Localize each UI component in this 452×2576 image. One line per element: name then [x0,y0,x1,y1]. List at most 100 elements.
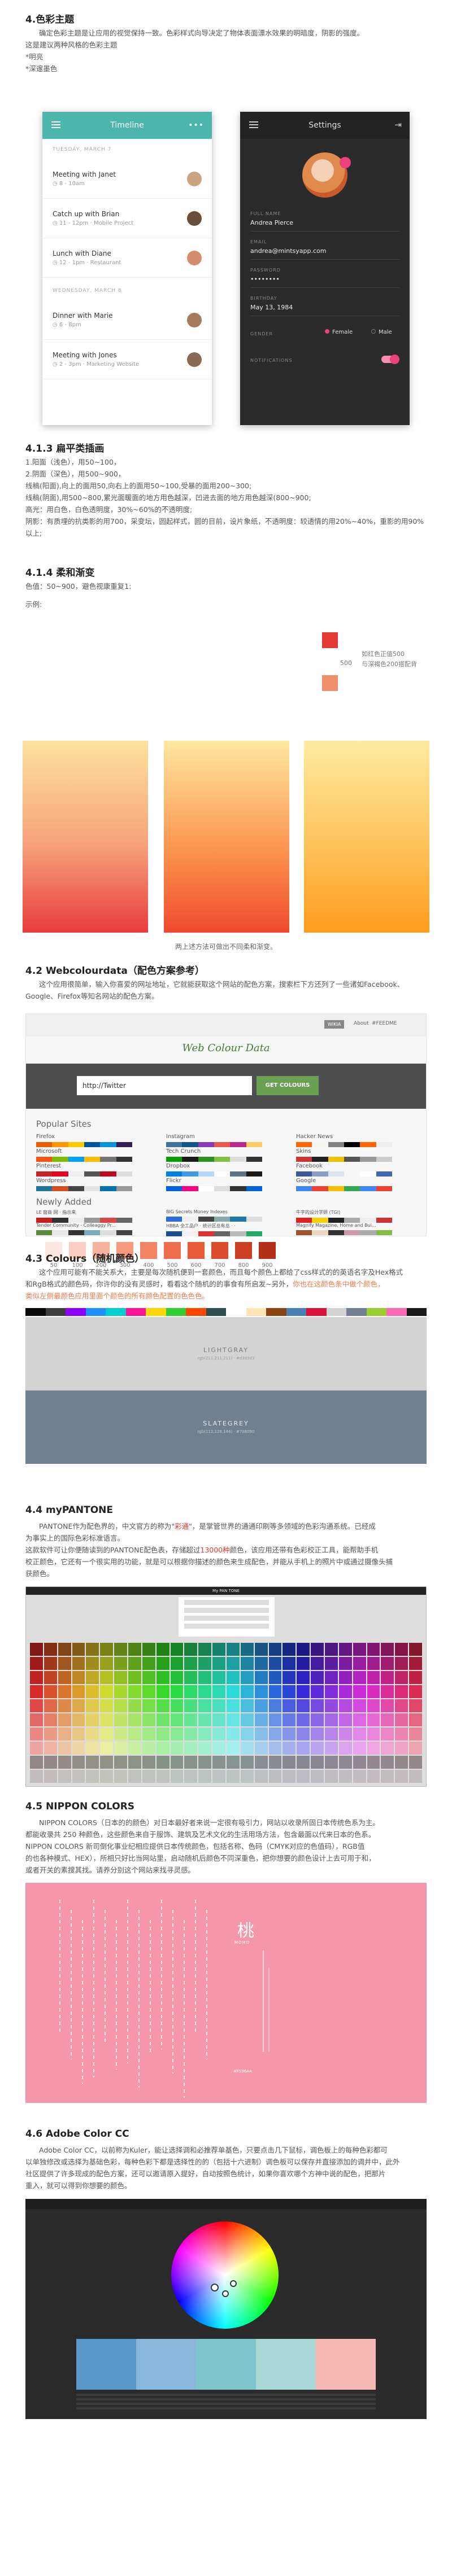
pantone-swatch[interactable] [254,1671,268,1684]
pantone-swatch[interactable] [86,1756,99,1769]
pantone-swatch[interactable] [114,1713,127,1726]
pantone-swatch[interactable] [86,1742,99,1755]
logout-icon[interactable]: ⇥ [394,120,402,130]
pantone-swatch[interactable] [409,1657,422,1670]
list-item[interactable]: Lunch with Diane ◷ 12 - 1pm · Restaurant [42,238,212,278]
pantone-swatch[interactable] [227,1770,240,1783]
pantone-swatch[interactable] [44,1671,57,1684]
pantone-swatch[interactable] [381,1671,394,1684]
new-site-entry[interactable]: BIG Secrets Money Indexes [166,1209,262,1222]
pantone-swatch[interactable] [338,1727,352,1740]
pantone-swatch[interactable] [142,1770,155,1783]
pantone-swatch[interactable] [198,1685,212,1698]
pantone-swatch[interactable] [128,1699,141,1712]
pantone-swatch[interactable] [30,1671,43,1684]
pantone-swatch[interactable] [100,1713,114,1726]
pantone-swatch[interactable] [409,1727,422,1740]
pantone-swatch[interactable] [395,1657,408,1670]
pantone-swatch[interactable] [353,1742,366,1755]
pantone-swatch[interactable] [338,1643,352,1656]
pantone-swatch[interactable] [198,1643,212,1656]
color-chip[interactable] [45,1308,66,1316]
pantone-swatch[interactable] [114,1742,127,1755]
color-chip[interactable] [146,1308,166,1316]
pantone-swatch[interactable] [72,1727,85,1740]
pantone-swatch[interactable] [86,1770,99,1783]
url-input[interactable]: http://Twitter [77,1076,252,1095]
list-item[interactable]: Catch up with Brian ◷ 11 - 12pm · Mobile … [42,199,212,238]
pantone-swatch[interactable] [198,1657,212,1670]
pantone-swatch[interactable] [184,1685,198,1698]
pantone-swatch[interactable] [367,1756,380,1769]
pantone-swatch[interactable] [227,1756,240,1769]
pantone-swatch[interactable] [381,1770,394,1783]
pantone-swatch[interactable] [100,1671,114,1684]
pantone-swatch[interactable] [128,1671,141,1684]
pantone-swatch[interactable] [44,1770,57,1783]
pantone-swatch[interactable] [72,1643,85,1656]
pantone-swatch[interactable] [44,1756,57,1769]
list-item[interactable]: Meeting with Jones ◷ 2 - 3pm · Marketing … [42,340,212,379]
site-entry[interactable]: Instagram [166,1134,262,1147]
pantone-swatch[interactable] [297,1727,310,1740]
pantone-swatch[interactable] [58,1643,71,1656]
pantone-swatch[interactable] [72,1657,85,1670]
pantone-swatch[interactable] [114,1756,127,1769]
pantone-swatch[interactable] [86,1657,99,1670]
pantone-swatch[interactable] [297,1742,310,1755]
pantone-swatch[interactable] [240,1699,254,1712]
wikia-button[interactable]: WIKIA [324,1020,345,1029]
pantone-swatch[interactable] [367,1699,380,1712]
color-chip[interactable] [106,1308,126,1316]
pantone-swatch[interactable] [100,1727,114,1740]
pantone-swatch[interactable] [367,1643,380,1656]
pantone-swatch[interactable] [338,1685,352,1698]
pantone-swatch[interactable] [227,1713,240,1726]
pantone-swatch[interactable] [184,1770,198,1783]
pantone-swatch[interactable] [114,1657,127,1670]
pantone-swatch[interactable] [268,1699,282,1712]
pantone-swatch[interactable] [212,1770,225,1783]
pantone-swatch[interactable] [353,1756,366,1769]
pantone-swatch[interactable] [72,1770,85,1783]
color-chip[interactable] [346,1308,367,1316]
pantone-swatch[interactable] [184,1657,198,1670]
wheel-handle[interactable] [230,2280,237,2287]
pantone-swatch[interactable] [353,1685,366,1698]
pantone-swatch[interactable] [297,1699,310,1712]
pantone-swatch[interactable] [311,1643,324,1656]
pantone-swatch[interactable] [254,1685,268,1698]
pantone-swatch[interactable] [128,1756,141,1769]
pantone-swatch[interactable] [44,1742,57,1755]
pantone-swatch[interactable] [212,1713,225,1726]
pantone-swatch[interactable] [409,1643,422,1656]
palette-swatch[interactable] [136,2339,196,2390]
pantone-swatch[interactable] [142,1727,155,1740]
pantone-swatch[interactable] [156,1770,169,1783]
pantone-swatch[interactable] [170,1727,184,1740]
pantone-swatch[interactable] [338,1770,352,1783]
pantone-swatch[interactable] [86,1713,99,1726]
pantone-swatch[interactable] [156,1671,169,1684]
pantone-swatch[interactable] [114,1671,127,1684]
pantone-swatch[interactable] [114,1770,127,1783]
pantone-swatch[interactable] [184,1727,198,1740]
pantone-swatch[interactable] [311,1742,324,1755]
color-chip[interactable] [246,1308,266,1316]
pantone-swatch[interactable] [268,1727,282,1740]
pantone-swatch[interactable] [58,1742,71,1755]
pantone-swatch[interactable] [184,1756,198,1769]
pantone-swatch[interactable] [156,1657,169,1670]
pantone-swatch[interactable] [170,1643,184,1656]
pantone-swatch[interactable] [409,1713,422,1726]
pantone-swatch[interactable] [254,1643,268,1656]
new-site-entry[interactable]: HBBA 全工品户 · 统计区总有总 · · [166,1223,262,1236]
pantone-swatch[interactable] [114,1643,127,1656]
pantone-swatch[interactable] [240,1671,254,1684]
new-site-entry[interactable]: Tender Community - Colleaggy Pr... [36,1223,132,1235]
site-entry[interactable]: Skins [296,1148,392,1162]
pantone-swatch[interactable] [325,1742,338,1755]
pantone-swatch[interactable] [282,1756,296,1769]
pantone-swatch[interactable] [30,1685,43,1698]
pantone-swatch[interactable] [297,1643,310,1656]
